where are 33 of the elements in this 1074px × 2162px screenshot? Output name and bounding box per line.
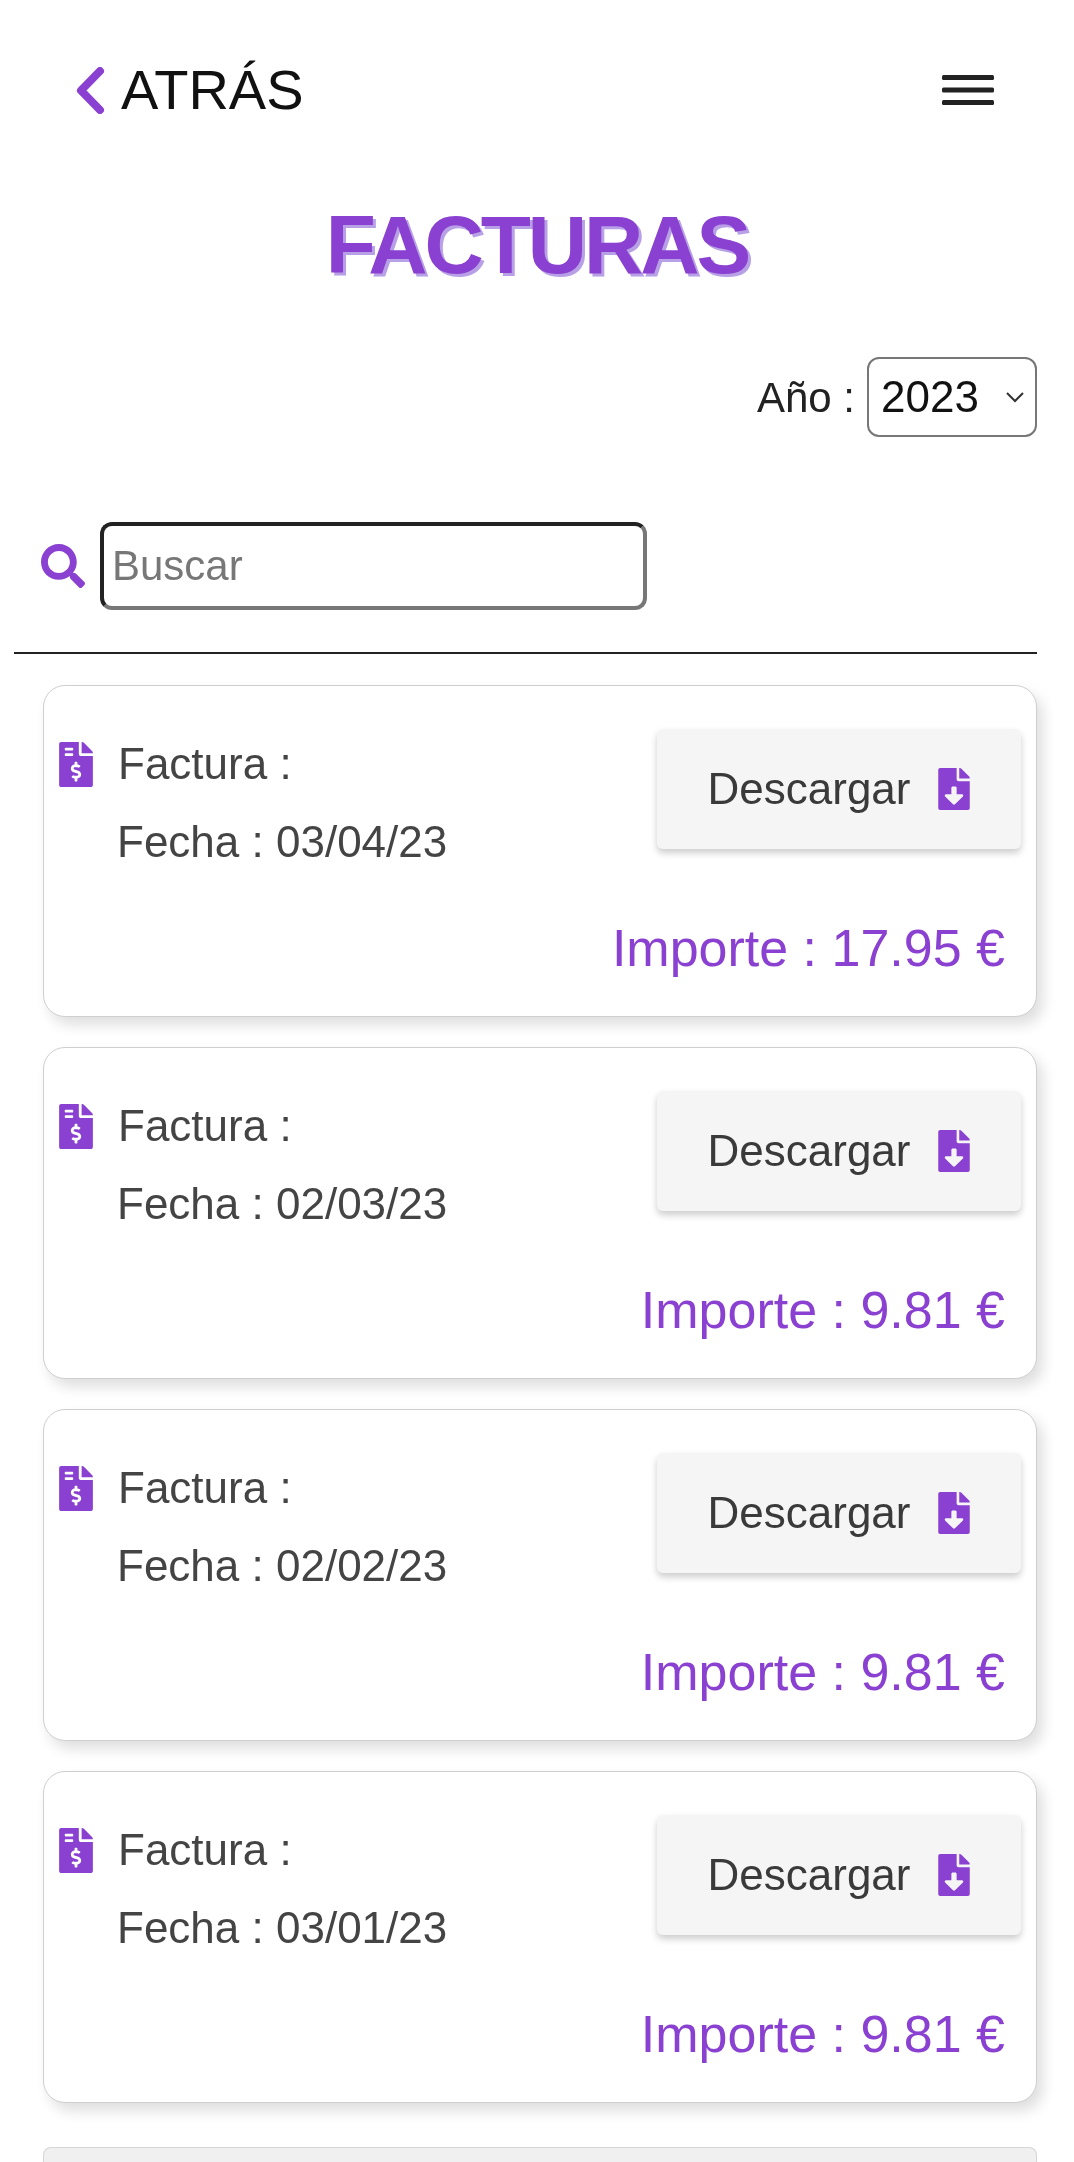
invoice-amount: Importe : 9.81 € [640,1280,1005,1341]
chevron-left-icon [75,66,105,114]
search-field[interactable]: Buscar [100,522,647,610]
download-document-icon [938,1130,971,1172]
page-title: FACTURAS [325,204,749,286]
dollar-document-icon [59,1465,93,1511]
year-label: Año : [756,372,855,423]
download-button[interactable]: Descargar [657,1091,1021,1211]
year-select[interactable]: 2023 [867,357,1037,437]
invoice-date: Fecha : 02/03/23 [117,1178,448,1230]
invoice-label: Factura : [118,1462,292,1514]
dollar-document-icon [59,741,93,787]
caret-icon [1005,391,1025,403]
invoice-amount: Importe : 9.81 € [640,1642,1005,1703]
invoice-date: Fecha : 03/01/23 [117,1902,448,1954]
back-link[interactable]: ATRÁS [75,62,304,118]
search-icon [41,544,85,588]
download-document-icon [938,1492,971,1534]
invoice-label: Factura : [118,1824,292,1876]
dollar-document-icon [59,1827,93,1873]
invoice-date: Fecha : 03/04/23 [117,816,448,868]
dollar-document-icon [59,1103,93,1149]
download-document-icon [938,1854,971,1896]
download-button[interactable]: Descargar [657,1815,1021,1935]
download-document-icon [938,768,971,810]
menu-icon[interactable] [942,75,994,105]
invoice-label: Factura : [118,738,292,790]
download-button[interactable]: Descargar [657,729,1021,849]
invoice-amount: Importe : 17.95 € [611,918,1005,979]
download-button[interactable]: Descargar [657,1453,1021,1573]
invoice-label: Factura : [118,1100,292,1152]
invoice-date: Fecha : 02/02/23 [117,1540,448,1592]
invoice-amount: Importe : 9.81 € [640,2004,1005,2065]
